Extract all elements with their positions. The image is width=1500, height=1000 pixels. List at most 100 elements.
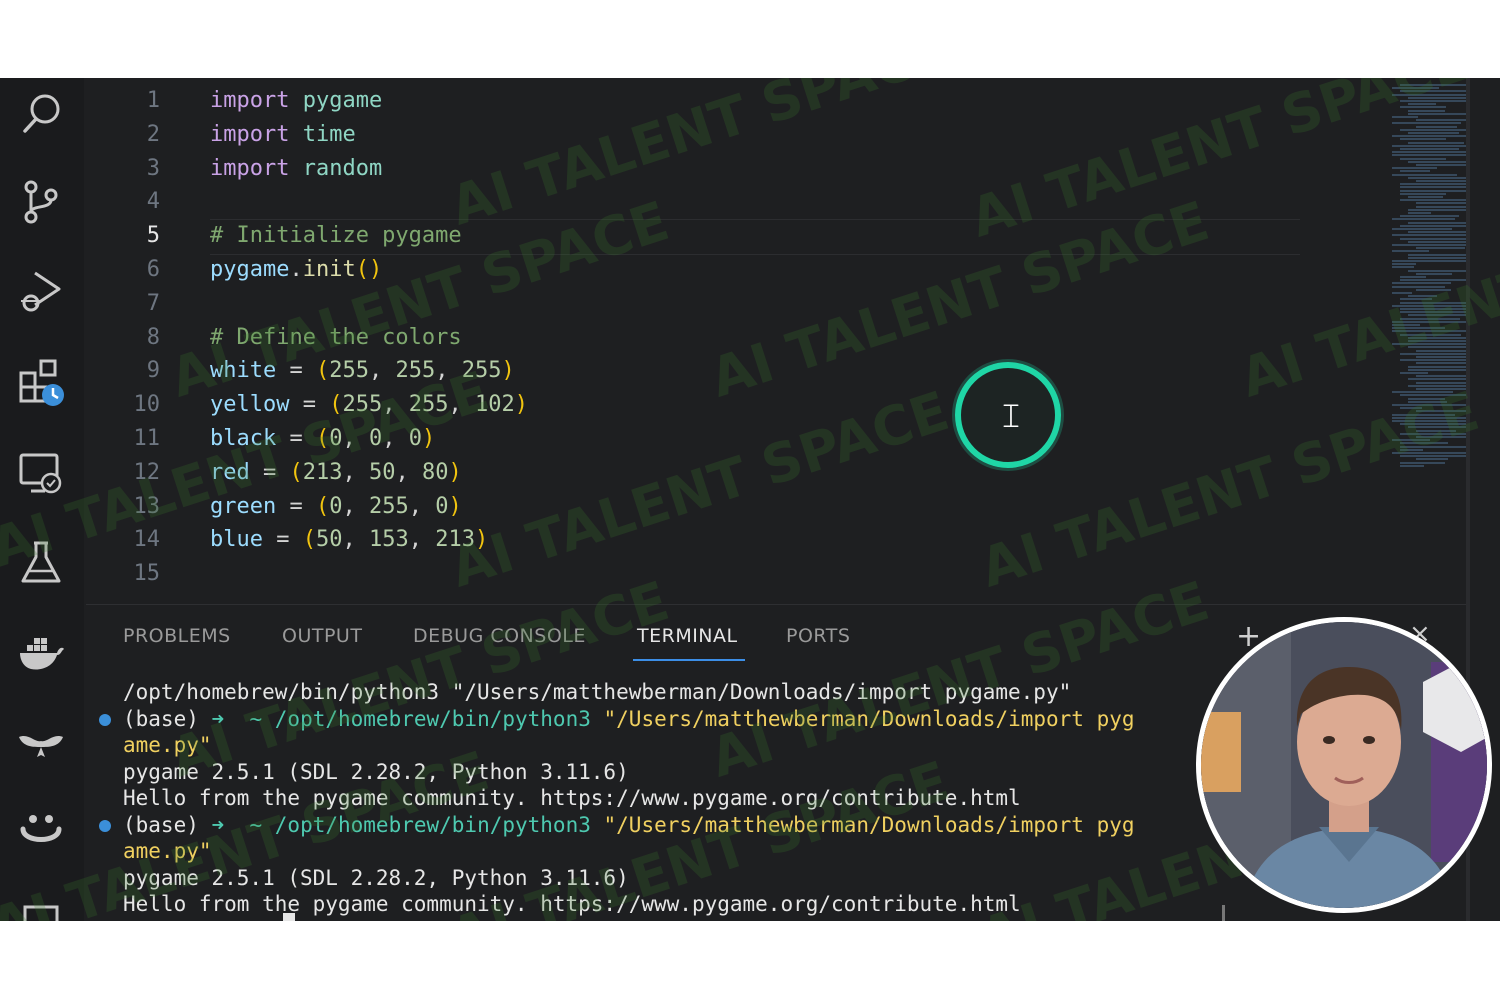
code-line[interactable]: 2 import time: [86, 118, 1301, 152]
code-token: (: [315, 358, 330, 384]
code-token: time: [302, 121, 356, 147]
minimap-line: [1400, 423, 1466, 426]
tab-debug-console[interactable]: DEBUG CONSOLE: [413, 625, 586, 647]
line-number: 2: [146, 121, 160, 147]
prompt-arrow: ➜: [211, 813, 225, 837]
prompt-arg-wrap: ame.py": [123, 733, 212, 757]
code-token: init: [302, 257, 356, 282]
code-line[interactable]: 9 white = (255, 255, 255): [86, 354, 1301, 388]
minimap-line: [1392, 320, 1466, 323]
run-debug-icon[interactable]: [14, 264, 68, 318]
line-code: pygame.init(): [210, 253, 382, 287]
code-token: green: [210, 493, 277, 519]
code-line[interactable]: 11 black = (0, 0, 0): [86, 422, 1301, 456]
code-line[interactable]: 12 red = (213, 50, 80): [86, 456, 1301, 490]
code-line[interactable]: 5 # Initialize pygame: [86, 219, 1301, 253]
line-number: 3: [146, 155, 160, 181]
minimap-line: [1400, 157, 1446, 160]
minimap-line: [1416, 247, 1466, 250]
minimap-line: [1392, 260, 1466, 262]
minimap-line: [1400, 189, 1466, 192]
code-token: ): [448, 493, 462, 519]
prompt-dir: ~: [249, 813, 263, 837]
code-token: white: [210, 358, 277, 384]
docker-icon[interactable]: [14, 626, 68, 680]
search-icon[interactable]: [14, 86, 68, 140]
line-code: import time: [210, 118, 356, 152]
prompt-dir: ~: [249, 707, 263, 731]
minimap-line: [1400, 170, 1430, 173]
tab-terminal[interactable]: TERMINAL: [637, 625, 738, 647]
extensions-icon[interactable]: [14, 356, 68, 410]
minimap-line: [1408, 256, 1466, 259]
minimap-line: [1392, 173, 1458, 176]
code-token: 0: [408, 426, 422, 451]
minimap-line: [1416, 410, 1466, 413]
tab-output[interactable]: OUTPUT: [282, 625, 362, 647]
minimap-line: [1392, 343, 1466, 346]
minimap-line: [1392, 263, 1417, 266]
code-token: 80: [422, 459, 449, 485]
code-token: ): [501, 358, 515, 384]
code-token: 153: [368, 527, 409, 553]
line-code: black = (0, 0, 0): [210, 422, 435, 456]
code-line[interactable]: 4: [86, 185, 1301, 219]
code-line[interactable]: 10 yellow = (255, 255, 102): [86, 388, 1301, 422]
minimap[interactable]: [1386, 78, 1466, 498]
minimap-line: [1400, 432, 1466, 435]
minimap-line: [1392, 234, 1466, 237]
code-token: ,: [435, 358, 462, 384]
line-code: import random: [210, 152, 382, 186]
code-line[interactable]: 6 pygame.init(): [86, 253, 1301, 287]
code-line[interactable]: 13 green = (0, 255, 0): [86, 490, 1301, 524]
minimap-line: [1400, 128, 1466, 131]
testing-icon[interactable]: [14, 536, 68, 590]
minimap-line: [1392, 244, 1466, 246]
terminal-line: Hello from the pygame community. https:/…: [123, 786, 1021, 810]
code-editor[interactable]: 1 import pygame 2 import time 3 import random…: [86, 78, 1466, 602]
code-token: ): [514, 392, 528, 418]
code-line[interactable]: 1 import pygame: [86, 84, 1301, 118]
code-token: 255: [368, 493, 409, 519]
code-line[interactable]: 14 blue = (50, 153, 213): [86, 523, 1301, 557]
remote-explorer-icon[interactable]: [14, 446, 68, 500]
code-token: (: [315, 426, 330, 451]
minimap-line: [1408, 378, 1466, 381]
code-line[interactable]: 8 # Define the colors: [86, 321, 1301, 355]
code-line[interactable]: 7: [86, 287, 1301, 321]
line-number: 14: [133, 527, 161, 553]
copilot-icon[interactable]: [14, 714, 68, 768]
minimap-line: [1408, 109, 1446, 112]
minimap-line: [1416, 375, 1466, 378]
minimap-line: [1392, 285, 1445, 288]
presenter-portrait: [1201, 622, 1487, 908]
code-token: import: [210, 121, 290, 147]
prompt-arg-wrap: ame.py": [123, 839, 212, 863]
minimap-line: [1416, 429, 1456, 432]
code-token: ,: [382, 426, 409, 451]
minimap-line: [1400, 394, 1466, 397]
minimap-line: [1392, 282, 1452, 285]
terminal-scrollbar[interactable]: [1222, 905, 1225, 921]
prompt-status-dot: [99, 820, 111, 832]
tab-ports[interactable]: PORTS: [786, 625, 850, 647]
code-token: =: [249, 459, 290, 485]
minimap-line: [1400, 148, 1459, 150]
code-token: pygame: [302, 88, 383, 113]
code-token: # Initialize pygame: [210, 223, 462, 249]
source-control-icon[interactable]: [14, 174, 68, 228]
code-line[interactable]: 15: [86, 557, 1301, 591]
line-number: 10: [133, 392, 161, 418]
code-token: ,: [342, 459, 369, 485]
line-number: 7: [146, 290, 160, 316]
more-icon[interactable]: [14, 890, 68, 921]
code-line[interactable]: 3 import random: [86, 152, 1301, 186]
minimap-line: [1416, 180, 1466, 182]
minimap-line: [1408, 314, 1466, 317]
prompt-status-dot: [99, 714, 111, 726]
code-token: 213: [435, 527, 475, 553]
minimap-line: [1416, 205, 1466, 208]
line-number: 13: [133, 493, 161, 519]
ai-assistant-icon[interactable]: [14, 804, 68, 858]
tab-problems[interactable]: PROBLEMS: [123, 625, 231, 647]
